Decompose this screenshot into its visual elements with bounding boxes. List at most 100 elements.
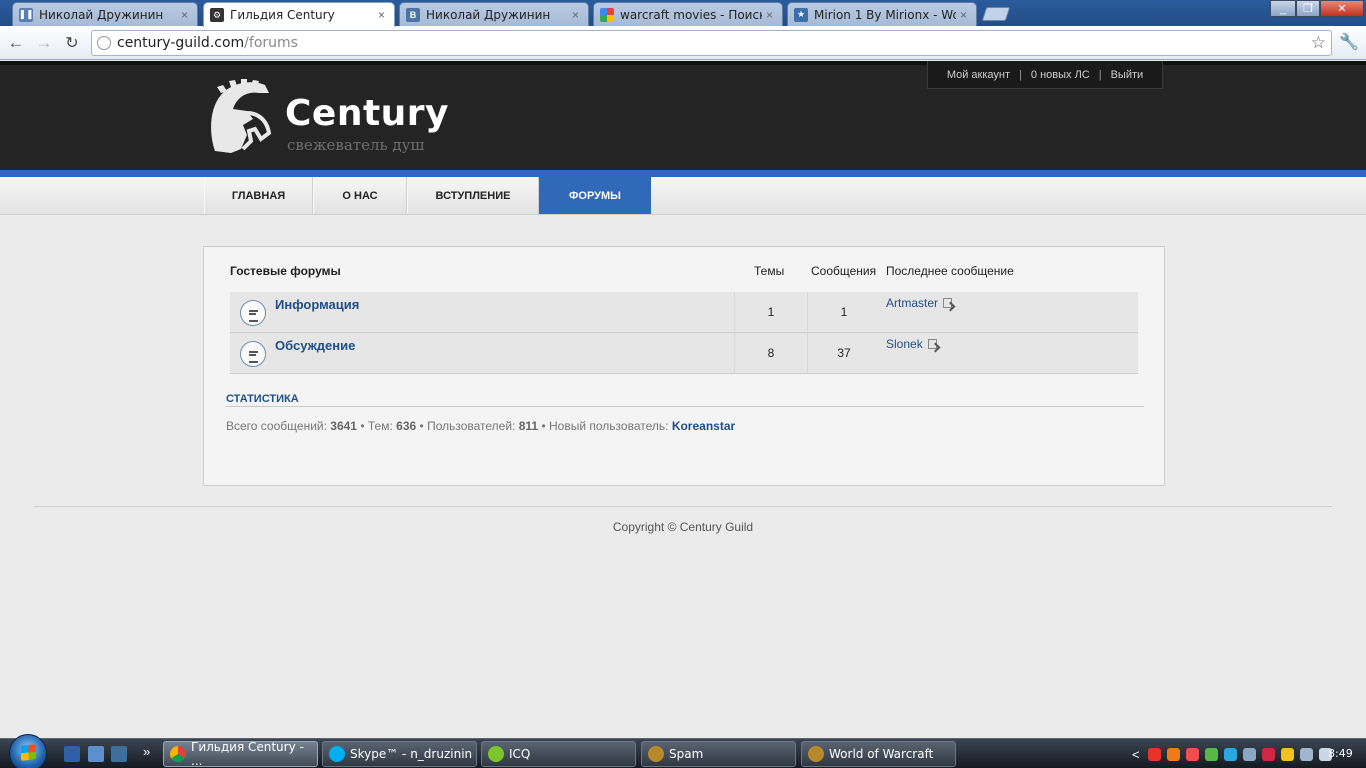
forum-posts-count: 1 [807,292,880,332]
quicklaunch-more-icon[interactable]: » [143,744,150,759]
warcraft-movies-icon: ★ [794,7,808,22]
skype-icon [329,746,345,762]
century-helmet-icon [211,79,272,153]
new-user-label: Новый пользователь: [549,419,669,433]
close-tab-icon[interactable]: × [181,8,191,22]
goto-last-post-icon[interactable] [943,298,953,308]
my-account-link[interactable]: Мой аккаунт [947,69,1010,81]
forum-name-link[interactable]: Информация [275,297,359,312]
close-window-button[interactable]: ✕ [1320,0,1364,17]
stats-title: СТАТИСТИКА [226,393,1144,407]
close-tab-icon[interactable]: × [572,8,582,22]
new-tab-button[interactable] [981,7,1011,21]
forum-read-icon [240,300,266,326]
forum-panel: Гостевые форумы Темы Сообщения Последнее… [203,246,1165,486]
browser-tab-active[interactable]: ⚙ Гильдия Century × [203,2,395,27]
site-header: Century свежеватель душ Мой аккаунт | 0 … [0,61,1366,170]
minimize-button[interactable]: _ [1270,0,1296,17]
floppy-icon[interactable] [64,746,80,762]
show-desktop-icon[interactable] [88,746,104,762]
footer-divider [34,506,1332,507]
browser-tab-strip: ❚❚ Николай Дружинин × ⚙ Гильдия Century … [0,0,1366,27]
taskbar-item-spam[interactable]: Spam [641,741,796,767]
reload-icon[interactable]: ↻ [60,31,84,55]
nav-home[interactable]: ГЛАВНАЯ [204,177,313,214]
topics-value: 636 [396,419,417,433]
address-bar[interactable]: century-guild.com /forums ☆ [91,30,1332,56]
tray-app-icon[interactable] [1261,747,1275,761]
goto-last-post-icon[interactable] [927,339,937,349]
site-logo[interactable]: Century свежеватель душ [207,79,449,159]
nav-join[interactable]: ВСТУПЛЕНИЕ [407,177,539,214]
browser-toolbar: ← → ↻ century-guild.com /forums ☆ 🔧 [0,26,1366,60]
close-tab-icon[interactable]: × [766,8,776,22]
logo-text: Century [285,93,450,134]
new-user-link[interactable]: Koreanstar [672,419,735,433]
nav-accent-stripe [0,170,1366,177]
tray-app-icon[interactable] [1185,747,1199,761]
maximize-button[interactable]: ❐ [1296,0,1320,17]
google-icon [600,7,614,22]
forum-section-title: Гостевые форумы [230,264,341,278]
taskbar-item-wow[interactable]: World of Warcraft [801,741,956,767]
icq-icon [488,746,504,762]
pause-icon: ❚❚ [18,7,34,22]
forum-topics-count: 1 [734,292,807,332]
browser-tab[interactable]: ❚❚ Николай Дружинин × [12,2,198,26]
chrome-icon [170,746,186,762]
logo-tagline: свежеватель душ [287,136,425,154]
bullet: • [360,419,365,433]
forward-arrow-icon[interactable]: → [32,31,56,55]
tab-title: warcraft movies - Поиск в G [620,7,762,22]
wrench-icon[interactable]: 🔧 [1339,32,1359,52]
taskbar-item-icq[interactable]: ICQ [481,741,636,767]
forum-topics-count: 8 [734,333,807,373]
switch-windows-icon[interactable] [111,746,127,762]
tray-expand-icon[interactable]: < [1132,747,1140,762]
vk-icon: В [406,7,420,22]
total-posts-value: 3641 [330,419,357,433]
last-post: Artmaster [886,296,953,310]
taskbar-item-label: Skype™ - n_druzinin [350,747,473,761]
taskbar-item-label: ICQ [509,747,531,761]
taskbar-item-skype[interactable]: Skype™ - n_druzinin [322,741,477,767]
network-icon[interactable] [1299,747,1313,761]
nav-forums[interactable]: ФОРУМЫ [539,177,651,214]
stats-line: Всего сообщений: 3641 • Тем: 636 • Польз… [226,419,735,433]
last-post: Slonek [886,337,937,351]
close-tab-icon[interactable]: × [378,8,388,22]
clock[interactable]: 8:49 [1328,747,1353,760]
browser-tab[interactable]: warcraft movies - Поиск в G × [593,2,783,26]
shield-icon[interactable] [1280,747,1294,761]
posts-column-header: Сообщения [811,264,877,278]
last-post-author-link[interactable]: Artmaster [886,296,938,310]
tray-app-icon[interactable] [1166,747,1180,761]
bullet: • [419,419,424,433]
start-button[interactable] [9,734,47,768]
tab-title: Mirion 1 By Mirionx - World [814,7,956,22]
url-host: century-guild.com [117,35,245,51]
private-messages-link[interactable]: 0 новых ЛС [1031,69,1090,81]
topics-label: Тем: [367,419,393,433]
browser-tab[interactable]: ★ Mirion 1 By Mirionx - World × [787,2,977,26]
back-arrow-icon[interactable]: ← [4,31,28,55]
forum-read-icon [240,341,266,367]
taskbar-item-label: Spam [669,747,704,761]
bookmark-star-icon[interactable]: ☆ [1311,33,1326,53]
tray-app-icon[interactable] [1223,747,1237,761]
logout-link[interactable]: Выйти [1111,69,1144,81]
separator: | [1019,68,1022,81]
tray-app-icon[interactable] [1242,747,1256,761]
url-path: /forums [244,35,298,51]
forum-row: Информация 1 1 Artmaster [230,292,1138,333]
nav-about[interactable]: О НАС [313,177,407,214]
tray-app-icon[interactable] [1147,747,1161,761]
forum-name-link[interactable]: Обсуждение [275,338,355,353]
taskbar-item-chrome[interactable]: Гильдия Century - ... [163,740,318,768]
icq-icon[interactable] [1204,747,1218,761]
browser-tab[interactable]: В Николай Дружинин × [399,2,589,26]
close-tab-icon[interactable]: × [960,8,970,22]
last-post-author-link[interactable]: Slonek [886,337,923,351]
tab-title: Николай Дружинин [39,7,164,22]
separator: | [1098,68,1102,81]
